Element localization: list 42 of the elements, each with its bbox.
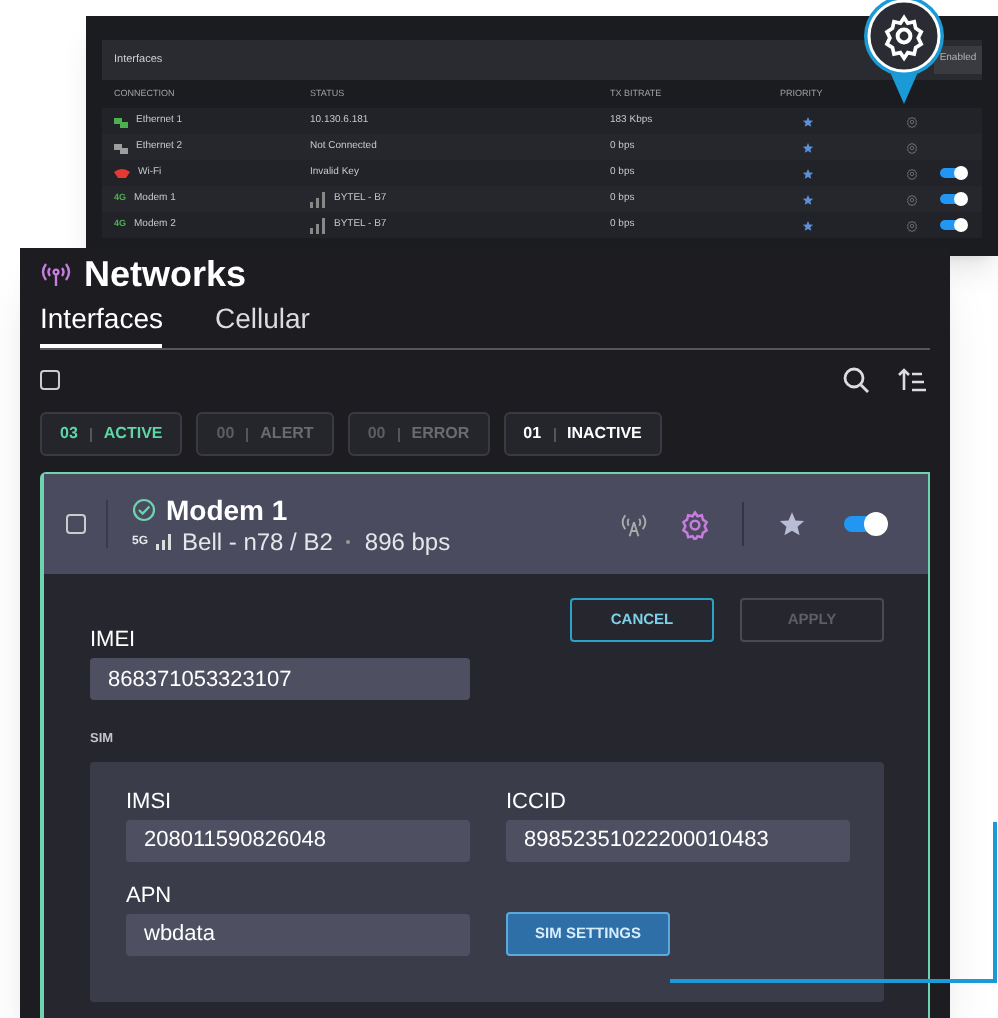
chip-label: ACTIVE — [103, 422, 163, 446]
input-field[interactable]: 208011590826048 — [126, 819, 470, 862]
input-field[interactable]: wbdata — [126, 913, 470, 956]
gear-icon — [906, 167, 918, 179]
field-label: IMEI — [90, 628, 138, 654]
filter-chip[interactable]: 01 INACTIVE — [503, 412, 662, 456]
page-title: Networks — [84, 252, 247, 296]
checkbox[interactable] — [40, 370, 60, 390]
input-field[interactable]: 868371053323107 — [90, 658, 470, 700]
signal-icon — [310, 191, 328, 207]
filter-chip[interactable]: 03 ACTIVE — [40, 412, 183, 456]
chip-count: 03 — [60, 422, 78, 446]
sort-icon — [898, 368, 926, 392]
bitrate-text: 896 bps — [364, 527, 451, 557]
signal-icon — [310, 217, 328, 233]
antenna-icon — [40, 260, 72, 288]
antenna-icon — [620, 510, 648, 538]
tab[interactable]: Cellular — [214, 300, 310, 348]
field-label: APN — [126, 883, 174, 910]
field-label: ICCID — [506, 789, 568, 816]
carrier-text: Bell - n78 / B2 — [182, 527, 333, 557]
modem-name: Modem 1 — [166, 491, 288, 527]
toggle-switch[interactable] — [940, 168, 964, 178]
search-icon — [842, 366, 870, 394]
toggle-switch[interactable] — [844, 516, 884, 532]
gear-icon — [906, 141, 918, 153]
input-field[interactable]: 89852351022200010483 — [506, 819, 850, 862]
gear-icon — [906, 219, 918, 231]
chip-label: INACTIVE — [567, 422, 642, 446]
field-label: IMSI — [126, 789, 174, 816]
gear-icon — [680, 509, 710, 539]
toggle-switch[interactable] — [940, 220, 964, 230]
toggle-switch[interactable] — [940, 194, 964, 204]
signal-icon — [156, 534, 175, 550]
tab[interactable]: Interfaces — [40, 300, 163, 348]
checkbox[interactable] — [66, 514, 86, 534]
check-circle-icon — [132, 497, 156, 521]
gear-icon — [906, 115, 918, 127]
chip-count: 01 — [523, 422, 542, 446]
chip-label: ERROR — [411, 422, 470, 446]
gear-icon — [906, 193, 918, 205]
chip-label: ALERT — [260, 422, 314, 446]
